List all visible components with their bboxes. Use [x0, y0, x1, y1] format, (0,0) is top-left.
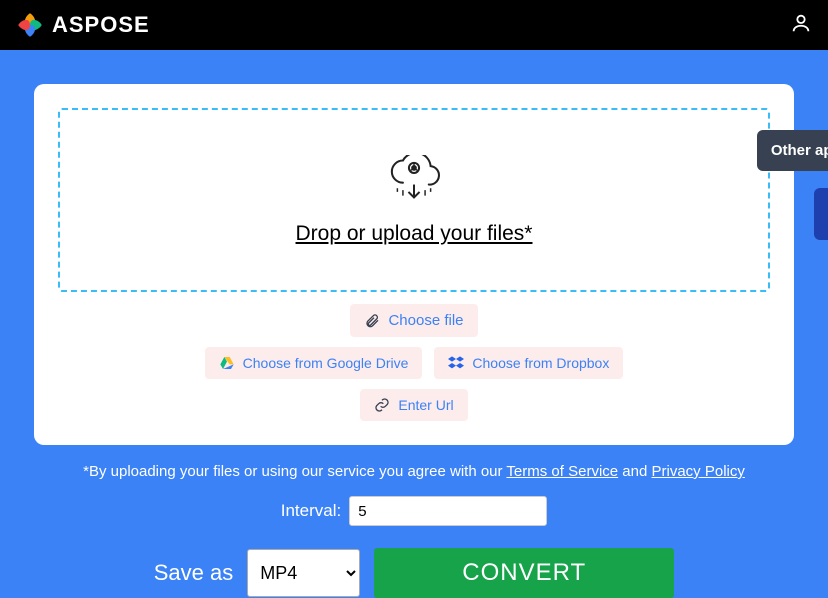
aspose-swirl-icon — [16, 11, 44, 39]
interval-label: Interval: — [281, 501, 341, 521]
google-drive-button[interactable]: Choose from Google Drive — [205, 347, 423, 379]
source-buttons: Choose file Choose from Google Drive Cho… — [58, 304, 770, 421]
link-icon — [374, 397, 390, 413]
cloud-upload-icon — [384, 155, 444, 208]
choose-file-button[interactable]: Choose file — [350, 304, 477, 337]
privacy-link[interactable]: Privacy Policy — [652, 463, 745, 480]
choose-file-label: Choose file — [388, 312, 463, 329]
other-apps-tab[interactable]: Other apps — [757, 130, 828, 171]
save-as-label: Save as — [154, 560, 234, 586]
google-drive-label: Choose from Google Drive — [243, 355, 409, 371]
upload-card: Drop or upload your files* Choose file C… — [34, 84, 794, 445]
attachment-icon — [364, 313, 380, 329]
dropbox-button[interactable]: Choose from Dropbox — [434, 347, 623, 379]
google-drive-icon — [219, 355, 235, 371]
dropbox-icon — [448, 355, 464, 371]
convert-button[interactable]: CONVERT — [374, 548, 674, 598]
brand-name: ASPOSE — [52, 12, 150, 38]
interval-row: Interval: — [34, 496, 794, 526]
side-handle[interactable] — [814, 188, 828, 240]
terms-link[interactable]: Terms of Service — [506, 463, 618, 480]
brand-logo[interactable]: ASPOSE — [16, 11, 150, 39]
format-select[interactable]: MP4 — [247, 549, 360, 597]
dropzone-heading: Drop or upload your files* — [296, 222, 533, 246]
main-content: Drop or upload your files* Choose file C… — [0, 50, 828, 598]
dropbox-label: Choose from Dropbox — [472, 355, 609, 371]
file-dropzone[interactable]: Drop or upload your files* — [58, 108, 770, 292]
app-header: ASPOSE — [0, 0, 828, 50]
interval-input[interactable] — [349, 496, 547, 526]
disclaimer-prefix: *By uploading your files or using our se… — [83, 463, 506, 480]
disclaimer-text: *By uploading your files or using our se… — [34, 463, 794, 480]
enter-url-label: Enter Url — [398, 397, 453, 413]
enter-url-button[interactable]: Enter Url — [360, 389, 467, 421]
user-icon[interactable] — [790, 12, 812, 39]
convert-row: Save as MP4 CONVERT — [34, 548, 794, 598]
disclaimer-and: and — [618, 463, 651, 480]
